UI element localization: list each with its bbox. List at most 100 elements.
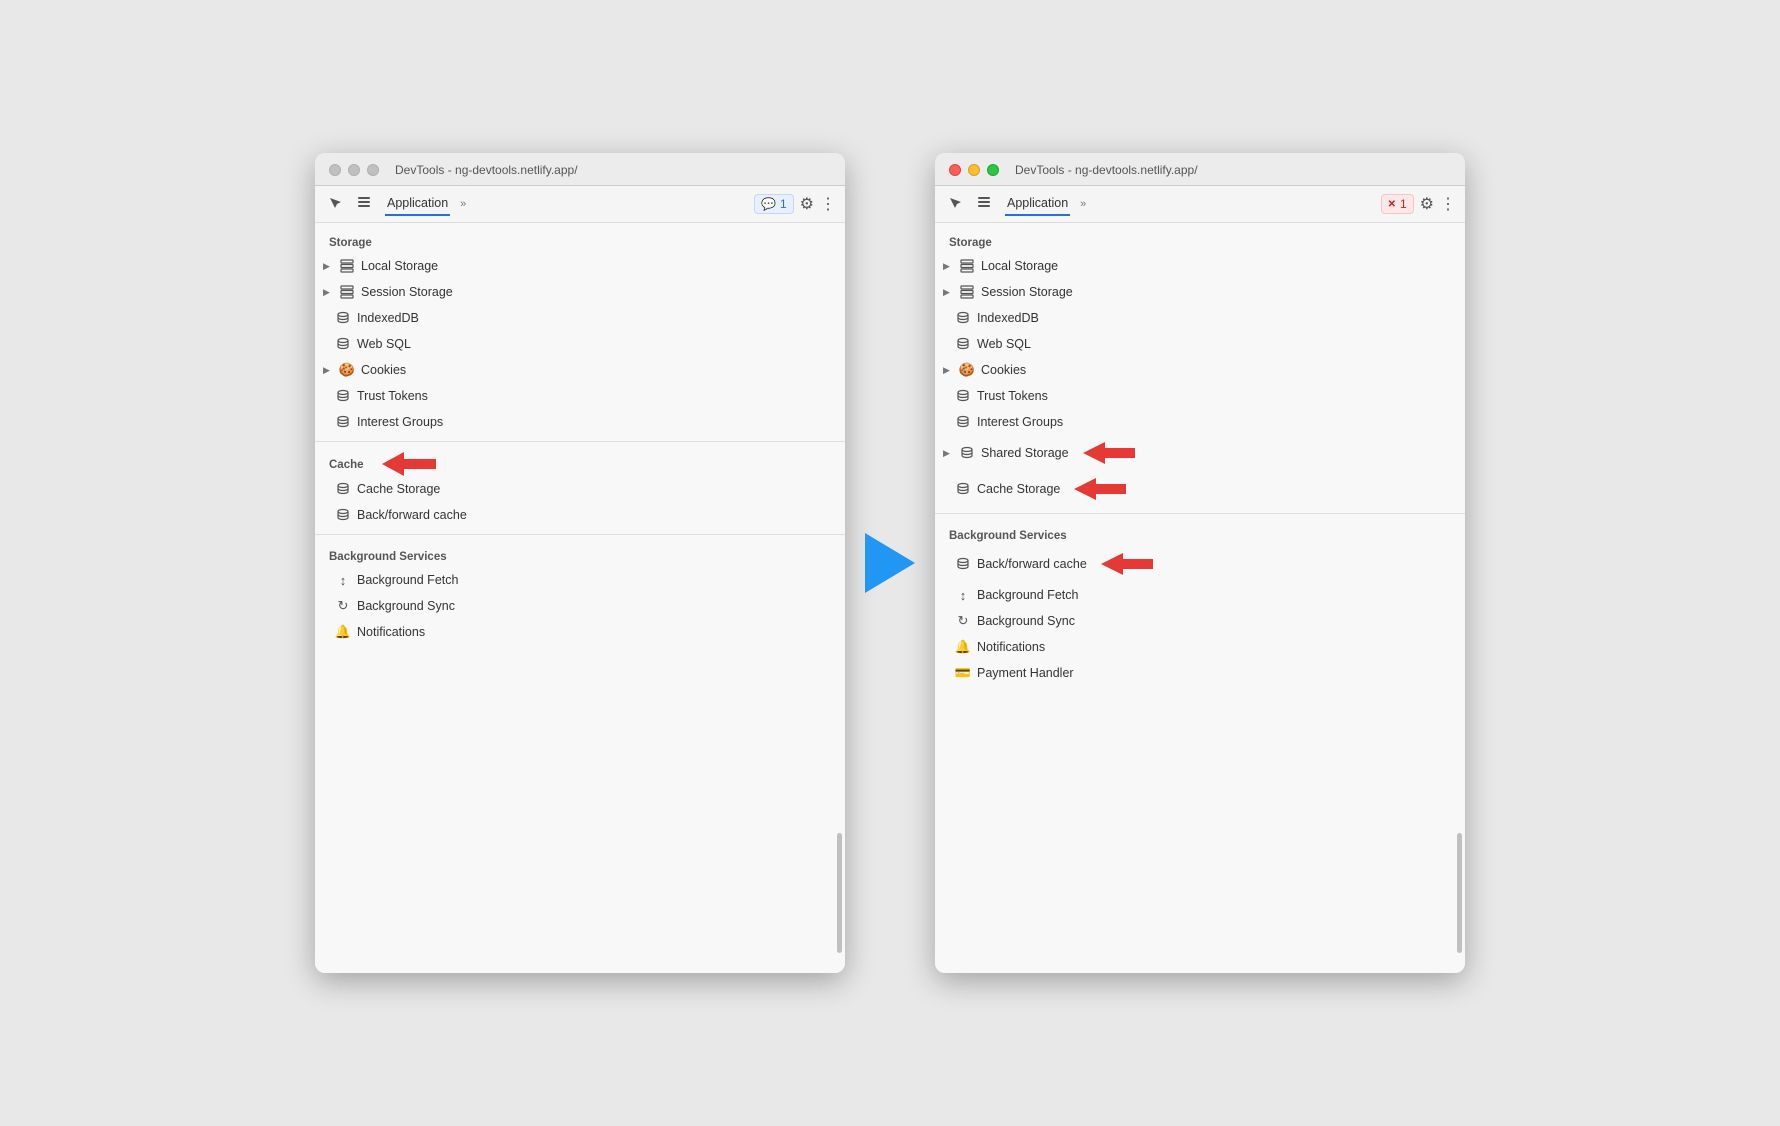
badge-right[interactable]: ✕ 1 [1381, 194, 1414, 214]
window-content-left: Storage ▶ Local Storage ▶ Session Storag… [315, 223, 845, 973]
local-storage-item-right[interactable]: ▶ Local Storage [935, 253, 1465, 279]
cookies-item-left[interactable]: ▶ 🍪 Cookies [315, 357, 845, 383]
red-arrow-cache-storage-right [1074, 476, 1132, 502]
cache-storage-item-left[interactable]: Cache Storage [315, 476, 845, 502]
more-tabs-chevron-right[interactable]: » [1080, 198, 1086, 210]
bg-fetch-label-right: Background Fetch [977, 588, 1078, 602]
cache-storage-icon-left [335, 481, 351, 497]
payment-handler-label-right: Payment Handler [977, 666, 1074, 680]
cookies-icon-right: 🍪 [959, 362, 975, 378]
application-tab-right[interactable]: Application [1005, 192, 1070, 216]
application-tab-left[interactable]: Application [385, 192, 450, 216]
backforward-cache-item-left[interactable]: Back/forward cache [315, 502, 845, 528]
storage-section-left: Storage [315, 227, 845, 253]
layers-icon-right[interactable] [973, 193, 995, 215]
local-storage-icon-right [959, 258, 975, 274]
interest-groups-item-right[interactable]: Interest Groups [935, 409, 1465, 435]
websql-label-left: Web SQL [357, 337, 411, 351]
session-storage-icon-right [959, 284, 975, 300]
local-storage-item-left[interactable]: ▶ Local Storage [315, 253, 845, 279]
bg-fetch-item-right[interactable]: ↕ Background Fetch [935, 582, 1465, 608]
indexeddb-item-left[interactable]: IndexedDB [315, 305, 845, 331]
trust-tokens-icon-left [335, 388, 351, 404]
close-button-right[interactable] [949, 164, 961, 176]
cookies-item-right[interactable]: ▶ 🍪 Cookies [935, 357, 1465, 383]
maximize-button-left[interactable] [367, 164, 379, 176]
window-left: DevTools - ng-devtools.netlify.app/ Appl… [315, 153, 845, 973]
red-arrow-backforward-cache-right [1101, 551, 1159, 577]
notifications-icon-left: 🔔 [335, 624, 351, 640]
shared-storage-label-right: Shared Storage [981, 446, 1069, 460]
sidebar-left: Storage ▶ Local Storage ▶ Session Storag… [315, 223, 845, 973]
bg-fetch-icon-right: ↕ [955, 587, 971, 603]
outer-wrapper: DevTools - ng-devtools.netlify.app/ Appl… [275, 113, 1505, 1013]
badge-count-left: 1 [780, 197, 787, 211]
indexeddb-label-left: IndexedDB [357, 311, 419, 325]
backforward-cache-item-right[interactable]: Back/forward cache [935, 546, 1465, 582]
inspect-icon[interactable] [325, 193, 347, 215]
session-storage-label-left: Session Storage [361, 285, 453, 299]
sidebar-right: Storage ▶ Local Storage ▶ Session Storag… [935, 223, 1465, 973]
minimize-button-right[interactable] [968, 164, 980, 176]
indexeddb-icon-left [335, 310, 351, 326]
window-title-right: DevTools - ng-devtools.netlify.app/ [1015, 163, 1198, 177]
settings-icon-left[interactable]: ⚙ [800, 194, 814, 214]
interest-groups-item-left[interactable]: Interest Groups [315, 409, 845, 435]
cache-storage-label-left: Cache Storage [357, 482, 440, 496]
indexeddb-label-right: IndexedDB [977, 311, 1039, 325]
scrollbar-thumb-left[interactable] [837, 833, 842, 953]
cache-section-left: Cache [315, 453, 378, 475]
bg-sync-item-right[interactable]: ↻ Background Sync [935, 608, 1465, 634]
shared-storage-item-right[interactable]: ▶ Shared Storage [935, 435, 1465, 471]
scrollbar-thumb-right[interactable] [1457, 833, 1462, 953]
interest-groups-icon-right [955, 414, 971, 430]
trust-tokens-item-left[interactable]: Trust Tokens [315, 383, 845, 409]
traffic-lights-right [949, 164, 999, 176]
payment-handler-item-right[interactable]: 💳 Payment Handler [935, 660, 1465, 686]
chevron-local-storage-left: ▶ [323, 261, 333, 272]
bg-sync-label-left: Background Sync [357, 599, 455, 613]
payment-handler-icon-right: 💳 [955, 665, 971, 681]
red-arrow-shared-storage [1083, 440, 1141, 466]
badge-left[interactable]: 💬 1 [754, 194, 794, 214]
maximize-button-right[interactable] [987, 164, 999, 176]
session-storage-item-right[interactable]: ▶ Session Storage [935, 279, 1465, 305]
red-arrow-cache-left [382, 450, 442, 478]
websql-item-right[interactable]: Web SQL [935, 331, 1465, 357]
notifications-item-right[interactable]: 🔔 Notifications [935, 634, 1465, 660]
cache-storage-label-right: Cache Storage [977, 482, 1060, 496]
bg-sync-icon-left: ↻ [335, 598, 351, 614]
inspect-icon-right[interactable] [945, 193, 967, 215]
minimize-button-left[interactable] [348, 164, 360, 176]
bg-sync-item-left[interactable]: ↻ Background Sync [315, 593, 845, 619]
cookies-label-right: Cookies [981, 363, 1026, 377]
divider-1-right [935, 513, 1465, 514]
layers-icon[interactable] [353, 193, 375, 215]
window-title-left: DevTools - ng-devtools.netlify.app/ [395, 163, 578, 177]
indexeddb-item-right[interactable]: IndexedDB [935, 305, 1465, 331]
scrollbar-right[interactable] [1457, 223, 1463, 973]
indexeddb-icon-right [955, 310, 971, 326]
settings-icon-right[interactable]: ⚙ [1420, 194, 1434, 214]
bg-fetch-item-left[interactable]: ↕ Background Fetch [315, 567, 845, 593]
more-options-icon-right[interactable]: ⋮ [1440, 194, 1455, 214]
websql-item-left[interactable]: Web SQL [315, 331, 845, 357]
notifications-label-right: Notifications [977, 640, 1045, 654]
bg-section-left: Background Services [315, 541, 845, 567]
trust-tokens-item-right[interactable]: Trust Tokens [935, 383, 1465, 409]
notifications-item-left[interactable]: 🔔 Notifications [315, 619, 845, 645]
cache-storage-icon-right [955, 481, 971, 497]
trust-tokens-icon-right [955, 388, 971, 404]
more-options-icon-left[interactable]: ⋮ [820, 194, 835, 214]
arrow-connector [845, 533, 935, 593]
title-bar-right: DevTools - ng-devtools.netlify.app/ [935, 153, 1465, 186]
close-button-left[interactable] [329, 164, 341, 176]
badge-icon-left: 💬 [761, 197, 776, 211]
bg-fetch-icon-left: ↕ [335, 572, 351, 588]
more-tabs-chevron-left[interactable]: » [460, 198, 466, 210]
scrollbar-left[interactable] [837, 223, 843, 973]
chevron-local-storage-right: ▶ [943, 261, 953, 272]
chevron-session-storage-left: ▶ [323, 287, 333, 298]
cache-storage-item-right[interactable]: Cache Storage [935, 471, 1465, 507]
session-storage-item-left[interactable]: ▶ Session Storage [315, 279, 845, 305]
